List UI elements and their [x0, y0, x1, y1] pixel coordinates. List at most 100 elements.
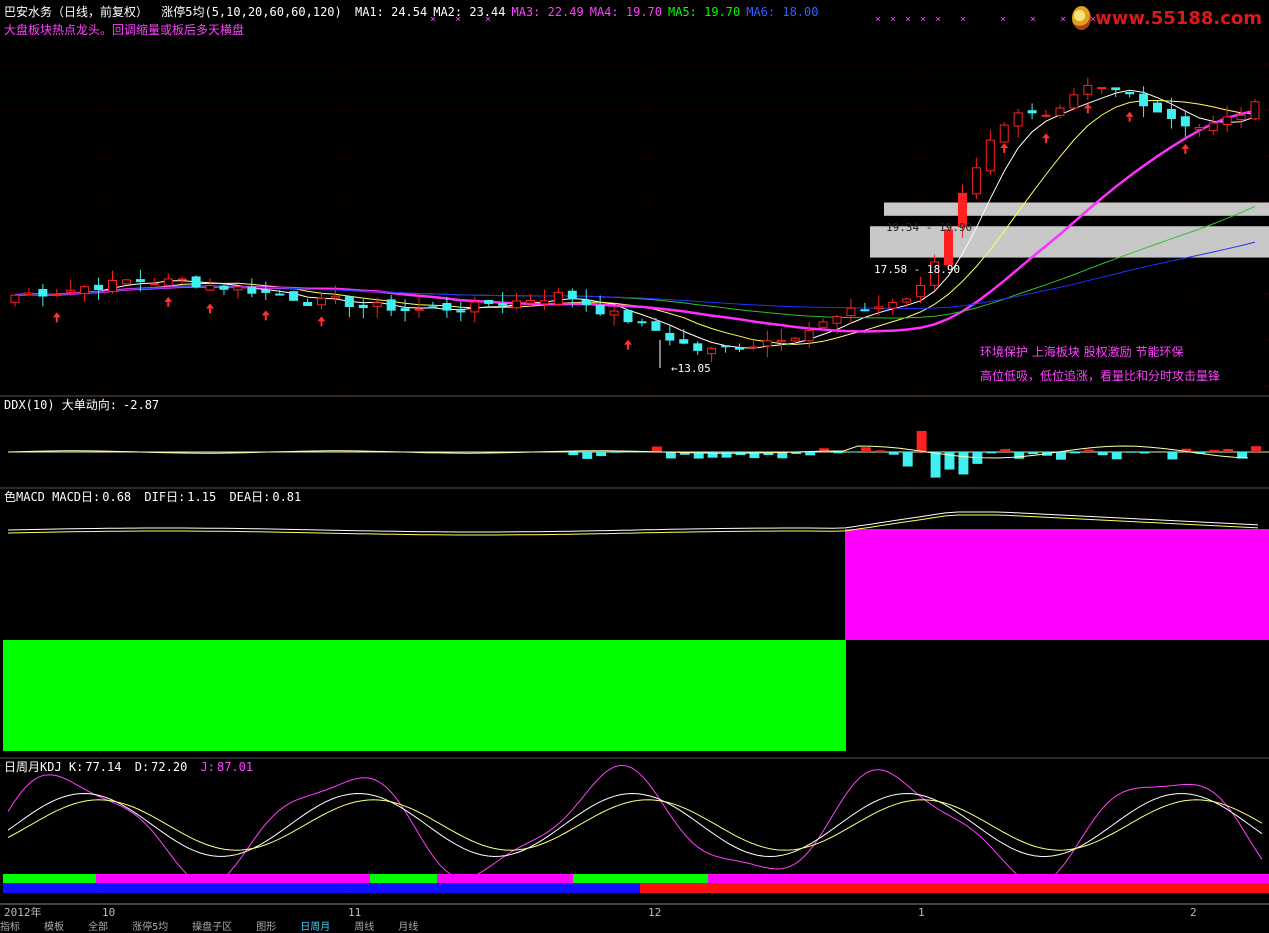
limit-up-arrow-icon — [1181, 144, 1189, 154]
candle-body — [192, 277, 200, 287]
ddx-bar — [582, 452, 592, 459]
candle-body — [763, 341, 771, 346]
candle-body — [443, 303, 451, 310]
ddx-bar — [1098, 452, 1108, 455]
candle-body — [11, 295, 19, 302]
candle-body — [234, 287, 242, 290]
candle-body — [1056, 108, 1064, 115]
ddx-bar — [1028, 452, 1038, 454]
ma-value-4: MA4: 19.70 — [590, 5, 662, 19]
candle-body — [736, 348, 744, 349]
candle-body — [248, 287, 256, 293]
ma-value-1: MA1: 24.54 — [355, 5, 427, 19]
candle-body — [708, 348, 716, 353]
candle-body — [276, 294, 284, 295]
cross-marker: × — [1000, 14, 1006, 25]
candle-body — [1098, 88, 1106, 89]
candle-body — [596, 305, 604, 313]
chart-canvas: ××××××××××××× 2012年10111212 — [0, 0, 1269, 926]
ddx-bars — [8, 431, 1269, 478]
candle-body — [791, 338, 799, 341]
tab-3[interactable]: 涨停5均 — [132, 922, 168, 933]
time-axis-label: 1 — [918, 906, 925, 919]
limit-up-arrows: ××××××××××××× — [53, 14, 1190, 350]
ddx-bar — [1223, 449, 1233, 452]
kdj-panel — [3, 765, 1269, 893]
cross-marker: × — [935, 14, 941, 25]
moving-average-lines — [15, 90, 1255, 348]
limit-up-arrow-icon — [1000, 143, 1008, 153]
low-arrow: ← — [671, 362, 678, 375]
tab-6[interactable]: 日周月 — [300, 922, 330, 933]
ddx-bar — [931, 452, 941, 478]
tab-8[interactable]: 月线 — [398, 922, 418, 933]
ma-value-6: MA6: 18.00 — [746, 5, 818, 19]
candle-body — [1154, 103, 1162, 112]
cross-marker: × — [920, 14, 926, 25]
kdj-state-bar — [437, 874, 573, 883]
kdj-state-bar — [708, 874, 1269, 883]
candle-body — [81, 287, 89, 294]
tab-1[interactable]: 模板 — [44, 922, 64, 933]
ma-value-3: MA3: 22.49 — [511, 5, 583, 19]
candle-body — [1028, 111, 1036, 113]
ddx-bar — [875, 450, 885, 452]
candle-body — [847, 308, 855, 315]
candle-body — [290, 292, 298, 301]
candle-body — [457, 311, 465, 312]
candle-body — [972, 168, 980, 194]
candle-body — [345, 297, 353, 307]
macd-positive-block — [845, 529, 1269, 640]
candle-body — [694, 344, 702, 351]
ma-value-5: MA5: 19.70 — [668, 5, 740, 19]
concept-tags: 环境保护 上海板块 股权激励 节能环保 — [980, 343, 1183, 360]
candle-body — [749, 347, 757, 348]
candle-body — [1251, 102, 1259, 119]
candle-body — [513, 301, 521, 308]
ma-line-1 — [15, 90, 1255, 348]
candle-body — [401, 309, 409, 311]
tab-2[interactable]: 全部 — [88, 922, 108, 933]
ma-value-2: MA2: 23.44 — [433, 5, 505, 19]
candle-body — [1195, 128, 1203, 130]
tab-4[interactable]: 操盘子区 — [192, 922, 232, 933]
trend-state-bar — [640, 883, 1269, 893]
candle-body — [415, 309, 423, 310]
site-logo[interactable]: www.55188.com — [1072, 4, 1262, 32]
logo-text: www.55188.com — [1095, 8, 1262, 29]
candle-body — [331, 296, 339, 298]
candle-body — [917, 286, 925, 297]
candle-body — [1181, 117, 1189, 126]
candle-body — [889, 303, 897, 309]
candle-body — [805, 331, 813, 341]
ddx-bar — [986, 452, 996, 453]
candle-body — [95, 285, 103, 289]
limit-up-arrow-icon — [262, 310, 270, 320]
candle-body — [638, 322, 646, 323]
ddx-bar — [1056, 452, 1066, 460]
tab-5[interactable]: 图形 — [256, 922, 276, 933]
candle-body — [178, 279, 186, 280]
candle-body — [1000, 125, 1008, 142]
macd-header: 色MACD MACD日:0.68 DIF日:1.15 DEA日:0.81 — [4, 488, 307, 505]
limit-up-arrow-icon — [53, 312, 61, 322]
ddx-bar — [805, 452, 815, 455]
cross-marker: × — [960, 14, 966, 25]
tab-0[interactable]: 指标 — [0, 922, 20, 933]
ddx-bar — [666, 452, 676, 458]
candle-body — [1167, 110, 1175, 119]
macd-negative-block — [3, 640, 846, 751]
trading-advice: 高位低吸，低位追涨，看量比和分时攻击量锋 — [980, 367, 1220, 384]
limit-up-arrow-icon — [206, 304, 214, 314]
candle-body — [262, 290, 270, 292]
candle-body — [318, 298, 326, 304]
limit-up-arrow-icon — [1042, 133, 1050, 143]
candle-body — [164, 279, 172, 285]
candle-body — [1042, 115, 1050, 116]
time-axis-label: 2 — [1190, 906, 1197, 919]
candle-body — [109, 281, 117, 292]
candle-body — [1014, 113, 1022, 126]
tab-7[interactable]: 周线 — [354, 922, 374, 933]
price-band-1 — [884, 203, 1269, 216]
ddx-bar — [1084, 450, 1094, 452]
